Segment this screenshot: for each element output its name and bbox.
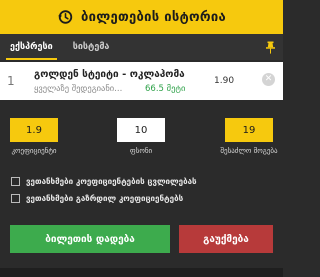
bottom-strip xyxy=(0,268,283,277)
amount-input[interactable]: 10 xyxy=(117,118,165,142)
pin-button[interactable] xyxy=(257,34,283,60)
bet-selection: 66.5 მეტი xyxy=(145,84,186,94)
tab-express[interactable]: ექსპრესი xyxy=(0,34,63,60)
cancel-button[interactable]: გაუქმება xyxy=(179,225,273,253)
bet-match: გოლდენ სტეიტი - ოკლაჰომა xyxy=(34,69,185,80)
amount-label: ფსონი xyxy=(129,147,153,155)
accept-higher-odds-checkbox[interactable] xyxy=(11,194,20,203)
bet-index: 1 xyxy=(7,74,15,88)
header-title: ბილეთების ისტორია xyxy=(80,9,227,25)
history-icon xyxy=(58,10,73,24)
bet-market: ყველაზე შედეგიანი... xyxy=(34,84,123,94)
coefficient-label: კოეფიციენტი xyxy=(11,147,57,155)
accept-higher-odds-option[interactable]: ვეთანხმები გაზრდილ კოეფიციენტებს xyxy=(11,194,183,203)
bet-row: 1 გოლდენ სტეიტი - ოკლაჰომა ყველაზე შედეგ… xyxy=(0,62,283,100)
payout-box: 19 xyxy=(225,118,273,142)
accept-odds-change-label: ვეთანხმები კოეფიციენტების ცვლილებას xyxy=(26,177,197,186)
bet-odd: 1.90 xyxy=(214,76,235,86)
close-icon: ✕ xyxy=(264,74,273,84)
bet-fields: 1.9 კოეფიციენტი 10 ფსონი 19 შესაძლო მოგე… xyxy=(0,118,283,158)
accept-odds-change-option[interactable]: ვეთანხმები კოეფიციენტების ცვლილებას xyxy=(11,177,197,186)
accept-higher-odds-label: ვეთანხმები გაზრდილ კოეფიციენტებს xyxy=(26,194,184,203)
coefficient-box: 1.9 xyxy=(10,118,58,142)
pin-icon xyxy=(265,41,275,54)
remove-bet-button[interactable]: ✕ xyxy=(262,73,275,86)
bet-type-tabs: ექსპრესი სისტემა xyxy=(0,34,283,60)
tab-system[interactable]: სისტემა xyxy=(63,34,120,60)
betslip-panel: ბილეთების ისტორია ექსპრესი სისტემა 1 გოლ… xyxy=(0,0,283,277)
place-bet-button[interactable]: ბილეთის დადება xyxy=(10,225,170,253)
betslip-header[interactable]: ბილეთების ისტორია xyxy=(0,0,283,34)
payout-label: შესაძლო მოგება xyxy=(220,147,278,155)
accept-odds-change-checkbox[interactable] xyxy=(11,177,20,186)
